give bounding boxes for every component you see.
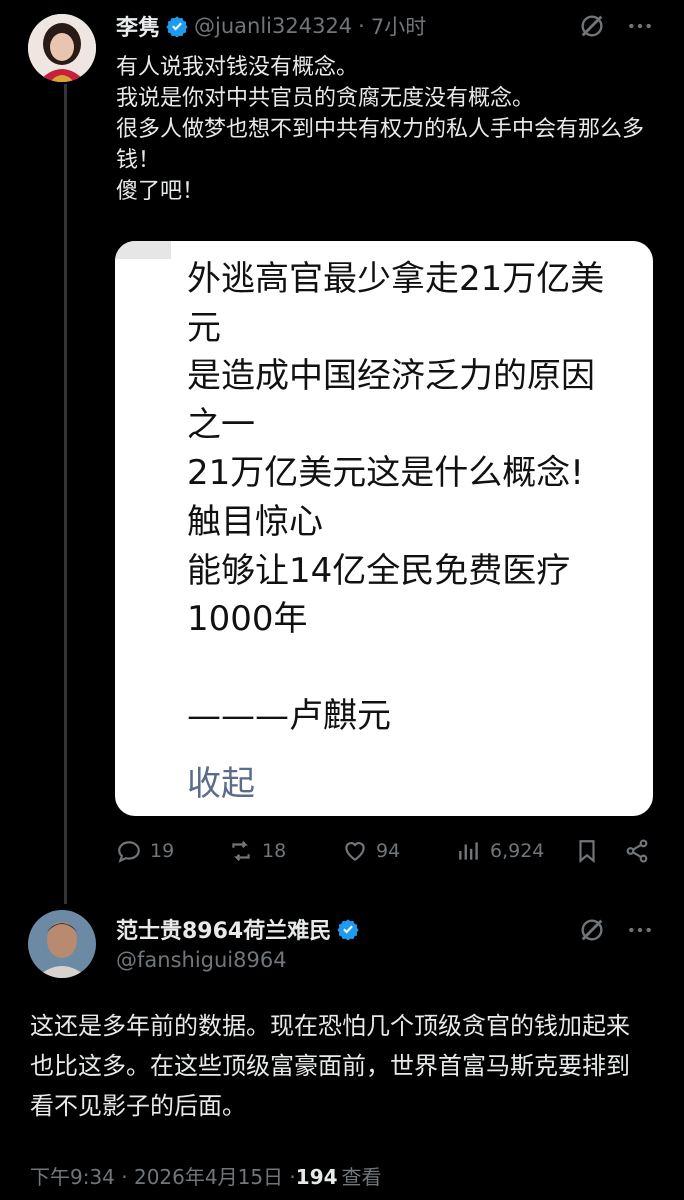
tweet1-actions: 19 18 94 6,924 (116, 838, 656, 874)
author-name[interactable]: 李隽 (116, 10, 160, 42)
separator: · (358, 14, 365, 38)
grok-icon[interactable] (576, 914, 608, 946)
verified-badge-icon (166, 15, 188, 38)
repost-icon (232, 841, 250, 861)
tweet-timestamp[interactable]: 下午9:34 · 2026年4月15日 · (30, 1161, 296, 1190)
author-handle[interactable]: @fanshigui8964 (116, 948, 287, 972)
repost-button[interactable]: 18 (228, 838, 286, 864)
avatar-juanli[interactable] (28, 14, 96, 82)
tweet2-header: 范士贵8964荷兰难民 (116, 912, 359, 946)
author-handle[interactable]: @juanli324324 (194, 14, 352, 38)
view-count: 194 (295, 1165, 338, 1189)
share-button[interactable] (624, 838, 650, 864)
more-icon[interactable] (624, 10, 656, 42)
tweet1-header: 李隽 @juanli324324 · 7小时 (116, 8, 426, 44)
tweet2-text: 这还是多年前的数据。现在恐怕几个顶级贪官的钱加起来也比这多。在这些顶级富豪面前，… (30, 1012, 630, 1120)
like-icon (345, 842, 365, 861)
card-collapse-link: 收起 (187, 764, 255, 804)
tweet2-meta: 下午9:34 · 2026年4月15日 · 194 查看 (30, 1161, 382, 1190)
views-button[interactable]: 6,924 (456, 838, 544, 864)
card-corner-decoration (115, 241, 171, 259)
tweet1-image-card[interactable]: 外逃高官最少拿走21万亿美元 是造成中国经济乏力的原因之一 21万亿美元这是什么… (115, 241, 653, 816)
views-icon (459, 842, 478, 860)
grok-icon[interactable] (576, 10, 608, 42)
reply-count: 19 (150, 840, 175, 862)
more-icon[interactable] (624, 914, 656, 946)
reply-button[interactable]: 19 (116, 838, 174, 864)
author-name[interactable]: 范士贵8964荷兰难民 (116, 913, 331, 945)
bookmark-icon (579, 840, 595, 864)
card-text: 外逃高官最少拿走21万亿美元 是造成中国经济乏力的原因之一 21万亿美元这是什么… (187, 259, 605, 737)
tweet1-text: 有人说我对钱没有概念。 我说是你对中共官员的贪腐无度没有概念。 很多人做梦也想不… (116, 55, 645, 204)
repost-count: 18 (262, 840, 287, 862)
tweet-time[interactable]: 7小时 (371, 11, 426, 41)
bookmark-button[interactable] (574, 838, 600, 864)
like-button[interactable]: 94 (342, 838, 400, 864)
like-count: 94 (376, 840, 401, 862)
thread-line (64, 84, 67, 904)
share-icon (626, 839, 648, 863)
avatar-fanshigui[interactable] (28, 910, 96, 978)
verified-badge-icon (337, 918, 359, 941)
reply-icon (118, 841, 140, 863)
views-count: 6,924 (490, 840, 545, 862)
view-label: 查看 (341, 1165, 382, 1189)
